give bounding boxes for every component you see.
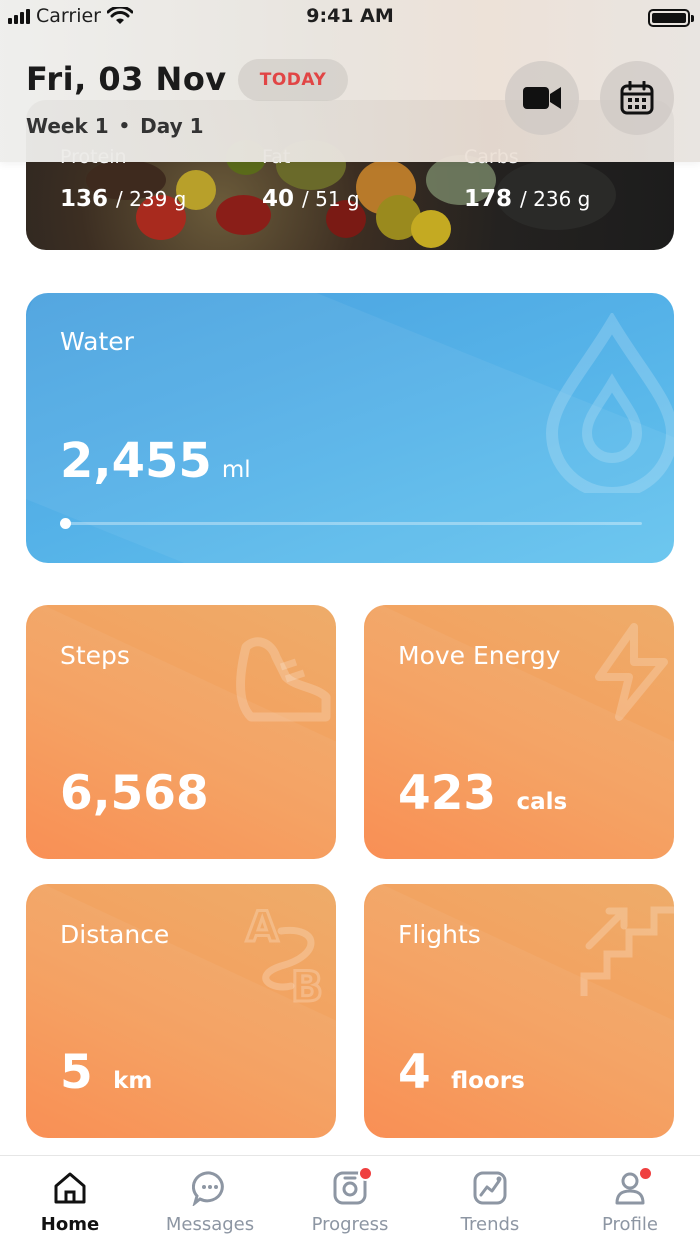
water-unit: ml <box>221 457 251 483</box>
steps-title: Steps <box>60 641 130 670</box>
distance-unit: km <box>113 1068 153 1094</box>
camera-icon <box>330 1166 373 1208</box>
macro-goal: / 51 g <box>302 187 360 211</box>
stairs-icon <box>580 906 674 996</box>
week-label: Week 1 <box>26 114 109 138</box>
flights-title: Flights <box>398 920 481 949</box>
tab-messages[interactable]: Messages <box>140 1156 280 1244</box>
tab-progress[interactable]: Progress <box>280 1156 420 1244</box>
notification-badge <box>358 1166 373 1181</box>
tab-label: Profile <box>602 1214 658 1235</box>
steps-card[interactable]: Steps 6,568 <box>26 605 336 859</box>
tab-label: Trends <box>460 1214 520 1235</box>
separator: • <box>118 115 131 137</box>
tab-home[interactable]: Home <box>0 1156 140 1244</box>
tab-label: Messages <box>165 1214 255 1235</box>
video-call-button[interactable] <box>505 61 579 135</box>
lightning-icon <box>595 623 668 721</box>
a-to-b-route-icon: AB <box>245 901 325 1007</box>
water-value: 2,455 <box>60 433 212 489</box>
macro-current: 178 <box>464 186 513 212</box>
flights-unit: floors <box>451 1068 525 1094</box>
energy-title: Move Energy <box>398 641 561 670</box>
distance-number: 5 <box>60 1045 93 1100</box>
flights-card[interactable]: Flights 4 floors <box>364 884 674 1138</box>
water-card[interactable]: Water 2,455 ml <box>26 293 674 563</box>
tab-bar: Home Messages Progress Trends Profile <box>0 1155 700 1244</box>
chat-bubble-icon <box>190 1168 230 1208</box>
distance-value: 5 km <box>60 1045 152 1100</box>
macro-current: 136 <box>60 186 109 212</box>
move-energy-card[interactable]: Move Energy 423 cals <box>364 605 674 859</box>
svg-text:A: A <box>246 902 279 951</box>
steps-number: 6,568 <box>60 766 209 821</box>
video-camera-icon <box>523 87 561 109</box>
macro-goal: / 236 g <box>520 187 591 211</box>
steps-value: 6,568 <box>60 766 209 821</box>
calendar-icon <box>620 81 654 115</box>
distance-title: Distance <box>60 920 170 949</box>
macro-current: 40 <box>262 186 295 212</box>
today-button[interactable]: TODAY <box>238 59 348 101</box>
energy-value: 423 cals <box>398 766 567 821</box>
tab-label: Progress <box>311 1214 389 1235</box>
macro-goal: / 239 g <box>116 187 187 211</box>
trend-chart-icon <box>470 1168 510 1208</box>
status-bar: Carrier 9:41 AM <box>0 0 700 34</box>
status-time: 9:41 AM <box>306 5 394 27</box>
day-label: Day 1 <box>140 114 204 138</box>
water-progress-bar <box>64 522 642 525</box>
home-icon <box>50 1168 90 1208</box>
distance-card[interactable]: Distance 5 km AB <box>26 884 336 1138</box>
tab-profile[interactable]: Profile <box>560 1156 700 1244</box>
macro-value: 136 / 239 g <box>60 186 186 212</box>
water-drop-icon <box>545 313 674 493</box>
water-progress-knob[interactable] <box>60 518 71 529</box>
water-title: Water <box>60 327 134 356</box>
user-icon <box>610 1166 653 1208</box>
week-day-label: Week 1 • Day 1 <box>26 114 204 138</box>
macro-value: 178 / 236 g <box>464 186 590 212</box>
tab-label: Home <box>40 1214 100 1235</box>
flights-number: 4 <box>398 1045 431 1100</box>
macro-value: 40 / 51 g <box>262 186 360 212</box>
energy-unit: cals <box>516 789 568 815</box>
sneaker-icon <box>236 637 331 722</box>
water-amount: 2,455 ml <box>60 433 251 489</box>
current-date[interactable]: Fri, 03 Nov <box>26 60 227 98</box>
flights-value: 4 floors <box>398 1045 525 1100</box>
svg-text:B: B <box>291 962 323 1006</box>
energy-number: 423 <box>398 766 497 821</box>
tab-trends[interactable]: Trends <box>420 1156 560 1244</box>
battery-icon <box>648 9 694 27</box>
calendar-button[interactable] <box>600 61 674 135</box>
notification-badge <box>638 1166 653 1181</box>
